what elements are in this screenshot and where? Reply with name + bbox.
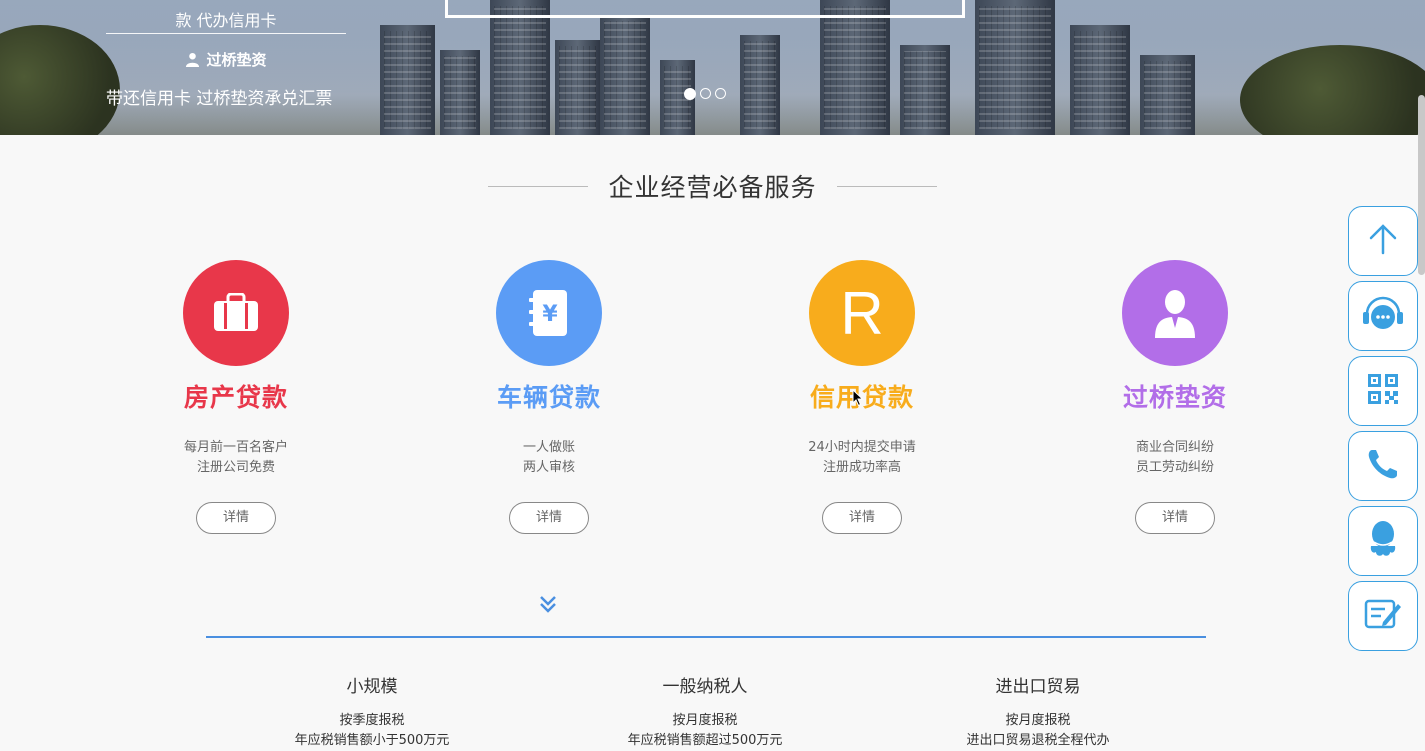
card-description: 每月前一百名客户 注册公司免费 (183, 440, 288, 475)
letter-r-icon: R (809, 260, 915, 366)
tax-description: 按月度报税 年应税销售额超过500万元 (627, 713, 783, 748)
details-button[interactable]: 详情 (509, 502, 589, 534)
tax-category: 小规模 按季度报税 年应税销售额小于500万元 (252, 672, 492, 751)
service-card: 过桥垫资 商业合同纠纷 员工劳动纠纷 详情 (1075, 260, 1275, 534)
tax-title: 进出口贸易 (995, 677, 1081, 697)
phone-icon (1366, 447, 1400, 485)
tax-category: 一般纳税人 按月度报税 年应税销售额超过500万元 (585, 672, 825, 751)
tax-description: 按季度报税 年应税销售额小于500万元 (294, 713, 450, 748)
message-button[interactable] (1348, 581, 1418, 651)
card-title: 车辆贷款 (496, 383, 601, 412)
service-card: ¥ 车辆贷款 一人做账 两人审核 详情 (449, 260, 649, 534)
floating-sidebar (1348, 206, 1418, 656)
tax-category: 进出口贸易 按月度报税 进出口贸易退税全程代办 (918, 672, 1158, 751)
briefcase-icon (183, 260, 289, 366)
businessman-icon (1122, 260, 1228, 366)
carousel-dot[interactable] (684, 88, 696, 100)
tax-title: 一般纳税人 (662, 677, 748, 697)
section-header: 企业经营必备服务 (0, 168, 1425, 204)
card-title: 过桥垫资 (1122, 383, 1227, 412)
customer-service-button[interactable] (1348, 281, 1418, 351)
banner-line-2: 过桥垫资 (106, 49, 346, 71)
back-to-top-button[interactable] (1348, 206, 1418, 276)
back-to-top-icon (1366, 222, 1400, 260)
card-description: 一人做账 两人审核 (522, 440, 575, 475)
divider (836, 185, 937, 187)
qq-button[interactable] (1348, 506, 1418, 576)
banner-frame (445, 0, 965, 18)
service-card: 房产贷款 每月前一百名客户 注册公司免费 详情 (136, 260, 336, 534)
divider (206, 636, 1206, 638)
details-button[interactable]: 详情 (822, 502, 902, 534)
section-title: 企业经营必备服务 (608, 173, 817, 202)
customer-service-icon (1361, 294, 1405, 338)
user-icon (185, 51, 200, 73)
phone-button[interactable] (1348, 431, 1418, 501)
svg-text:¥: ¥ (542, 302, 558, 327)
qq-icon (1367, 520, 1399, 562)
qr-code-icon (1366, 372, 1400, 410)
mouse-cursor-icon (852, 388, 864, 411)
carousel-dots (684, 88, 726, 100)
carousel-dot[interactable] (700, 88, 711, 99)
card-description: 商业合同纠纷 员工劳动纠纷 (1135, 440, 1214, 475)
tax-title: 小规模 (346, 677, 398, 697)
banner-text: 款 代办信用卡 过桥垫资 带还信用卡 过桥垫资承兑汇票 (106, 0, 346, 109)
carousel-dot[interactable] (715, 88, 726, 99)
details-button[interactable]: 详情 (196, 502, 276, 534)
hero-banner: 款 代办信用卡 过桥垫资 带还信用卡 过桥垫资承兑汇票 (0, 0, 1425, 135)
tax-description: 按月度报税 进出口贸易退税全程代办 (966, 713, 1110, 748)
details-button[interactable]: 详情 (1135, 502, 1215, 534)
card-description: 24小时内提交申请 注册成功率高 (808, 440, 916, 475)
banner-line-3: 带还信用卡 过桥垫资承兑汇票 (106, 89, 333, 109)
card-title: 房产贷款 (183, 383, 288, 412)
qr-code-button[interactable] (1348, 356, 1418, 426)
chevron-double-down-icon[interactable] (538, 594, 558, 618)
message-edit-icon (1363, 596, 1403, 636)
divider (488, 185, 589, 187)
yuan-ledger-icon: ¥ (496, 260, 602, 366)
banner-line-1: 款 代办信用卡 (106, 0, 346, 34)
